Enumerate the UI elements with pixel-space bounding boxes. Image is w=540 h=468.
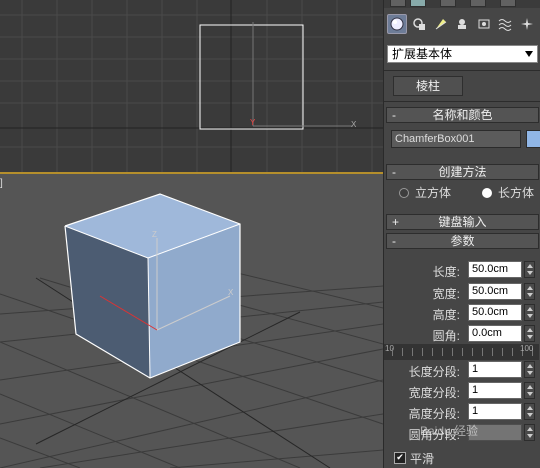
width-segs-spinner[interactable] <box>524 382 535 399</box>
width-field[interactable]: 50.0cm <box>468 283 522 300</box>
hierarchy-tab[interactable] <box>440 0 456 7</box>
watermark: Baidu 经验 <box>420 424 479 438</box>
top-axis-y-label: Y <box>250 118 256 127</box>
length-segs-field[interactable]: 1 <box>468 361 522 378</box>
persp-axis-x-label: X <box>228 288 234 297</box>
width-segs-field[interactable]: 1 <box>468 382 522 399</box>
name-color-title: 名称和颜色 <box>432 108 493 122</box>
light-icon[interactable] <box>431 14 451 34</box>
top-viewport-grid <box>0 0 383 172</box>
viewport-label-bracket[interactable]: ] <box>0 178 3 189</box>
panel-tabstrip <box>384 0 540 8</box>
width-row: 宽度: 50.0cm <box>384 283 540 301</box>
height-row: 高度: 50.0cm <box>384 304 540 322</box>
motion-tab[interactable] <box>470 0 486 7</box>
height-segs-label: 高度分段: <box>408 407 460 421</box>
width-segs-row: 宽度分段: 1 <box>384 382 540 400</box>
create-tab[interactable] <box>390 0 406 7</box>
perspective-viewport[interactable]: ] Z X <box>0 174 383 468</box>
object-name-field[interactable]: ChamferBox001 <box>391 130 521 148</box>
keyboard-entry-title: 键盘输入 <box>438 215 487 229</box>
height-segs-spinner[interactable] <box>524 403 535 420</box>
fillet-spinner[interactable] <box>524 325 535 342</box>
persp-axis-z-label: Z <box>152 230 157 239</box>
length-segs-spinner[interactable] <box>524 361 535 378</box>
smooth-label: 平滑 <box>410 452 435 466</box>
divider <box>384 70 540 71</box>
modify-tab[interactable] <box>410 0 426 7</box>
radio-box-label: 长方体 <box>498 186 535 200</box>
fillet-field[interactable]: 0.0cm <box>468 325 522 342</box>
width-segs-label: 宽度分段: <box>408 386 460 400</box>
box-top-outline <box>199 24 304 130</box>
fillet-label: 圆角: <box>432 329 460 343</box>
height-spinner[interactable] <box>524 304 535 321</box>
command-panel: 扩展基本体 棱柱 - 名称和颜色 ChamferBox001 - 创建方法 立方… <box>383 0 540 468</box>
parameters-title: 参数 <box>450 234 475 248</box>
length-row: 长度: 50.0cm <box>384 261 540 279</box>
radio-cube[interactable]: 立方体 <box>399 186 451 200</box>
smooth-checkbox[interactable]: ✔ <box>394 452 406 464</box>
shapes-icon[interactable] <box>409 14 429 34</box>
keyboard-entry-rollout-header[interactable]: + 键盘输入 <box>386 214 539 230</box>
radio-box[interactable]: 长方体 <box>482 186 534 200</box>
systems-icon[interactable] <box>517 14 537 34</box>
creation-method-title: 创建方法 <box>438 165 487 179</box>
value-ruler[interactable]: 10 100 <box>384 344 539 360</box>
width-spinner[interactable] <box>524 283 535 300</box>
height-segs-field[interactable]: 1 <box>468 403 522 420</box>
perspective-grid <box>0 193 383 468</box>
height-segs-row: 高度分段: 1 <box>384 403 540 421</box>
length-field[interactable]: 50.0cm <box>468 261 522 278</box>
fillet-segs-spinner[interactable] <box>524 424 535 441</box>
parameters-rollout-header[interactable]: - 参数 <box>386 233 539 249</box>
chevron-down-icon <box>525 51 533 57</box>
camera-icon[interactable] <box>452 14 472 34</box>
spacewarp-icon[interactable] <box>495 14 515 34</box>
radio-box-indicator <box>482 188 492 198</box>
radio-cube-label: 立方体 <box>415 186 452 200</box>
display-tab[interactable] <box>500 0 516 7</box>
height-field[interactable]: 50.0cm <box>468 304 522 321</box>
divider <box>384 101 540 102</box>
fillet-row: 圆角: 0.0cm <box>384 325 540 343</box>
height-label: 高度: <box>432 308 460 322</box>
creation-method-rollout-header[interactable]: - 创建方法 <box>386 164 539 180</box>
top-viewport[interactable]: Y X <box>0 0 383 172</box>
top-axis-x-label: X <box>351 120 357 129</box>
length-segs-label: 长度分段: <box>408 365 460 379</box>
length-segs-row: 长度分段: 1 <box>384 361 540 379</box>
name-color-rollout-header[interactable]: - 名称和颜色 <box>386 107 539 123</box>
radio-cube-indicator <box>399 188 409 198</box>
length-label: 长度: <box>432 265 460 279</box>
ruler-right-label: 100 <box>520 344 534 353</box>
geometry-icon[interactable] <box>387 14 407 34</box>
width-label: 宽度: <box>432 287 460 301</box>
helper-icon[interactable] <box>474 14 494 34</box>
prism-object-button[interactable]: 棱柱 <box>393 76 463 96</box>
category-dropdown[interactable]: 扩展基本体 <box>387 45 538 63</box>
create-category-icons <box>384 14 540 36</box>
length-spinner[interactable] <box>524 261 535 278</box>
object-color-swatch[interactable] <box>526 130 540 148</box>
category-dropdown-value: 扩展基本体 <box>392 47 453 61</box>
